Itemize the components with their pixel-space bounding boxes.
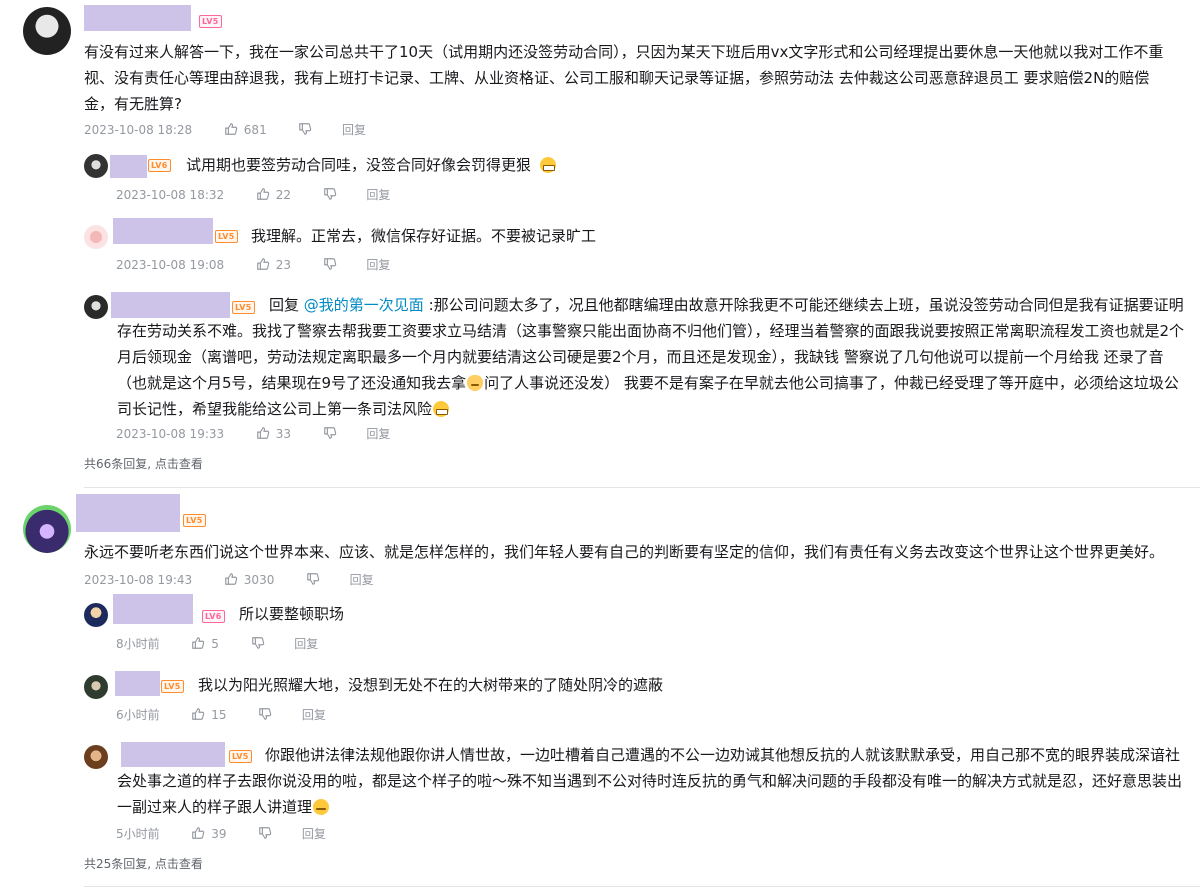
dislike-icon[interactable] bbox=[306, 572, 320, 586]
like-icon bbox=[191, 826, 205, 840]
reply-button[interactable]: 回复 bbox=[350, 572, 374, 588]
avatar[interactable] bbox=[84, 225, 108, 249]
reply-time: 2023-10-08 19:08 bbox=[116, 258, 225, 272]
like-icon bbox=[224, 122, 238, 136]
comment-time: 2023-10-08 18:28 bbox=[84, 123, 193, 137]
dislike-icon[interactable] bbox=[258, 707, 272, 721]
level-badge: LV5 bbox=[199, 15, 222, 28]
reply-button[interactable]: 回复 bbox=[302, 826, 326, 842]
grin-emoji bbox=[433, 401, 450, 417]
like-button[interactable]: 33 bbox=[256, 426, 291, 442]
level-badge: LV6 bbox=[148, 159, 171, 172]
like-button[interactable]: 39 bbox=[191, 826, 227, 842]
username[interactable] bbox=[113, 594, 193, 624]
username[interactable] bbox=[110, 155, 147, 178]
like-count: 33 bbox=[275, 427, 292, 441]
avatar[interactable] bbox=[84, 295, 108, 319]
reply-meta: 8小时前 5 回复 bbox=[116, 636, 318, 652]
reply-text: 所以要整顿职场 bbox=[239, 605, 345, 623]
comment-time: 2023-10-08 19:43 bbox=[84, 573, 193, 587]
dislike-icon[interactable] bbox=[323, 426, 337, 440]
avatar[interactable] bbox=[23, 505, 71, 553]
like-button[interactable]: 3030 bbox=[224, 572, 275, 588]
like-count: 39 bbox=[211, 827, 227, 841]
dislike-icon[interactable] bbox=[258, 826, 272, 840]
reply-meta: 2023-10-08 18:32 22 回复 bbox=[116, 187, 390, 203]
like-icon bbox=[191, 636, 205, 650]
dislike-icon[interactable] bbox=[323, 257, 337, 271]
cat-emoji bbox=[467, 375, 484, 391]
reply-button[interactable]: 回复 bbox=[366, 257, 390, 273]
reply-meta: 2023-10-08 19:33 33 回复 bbox=[116, 426, 390, 442]
dislike-icon[interactable] bbox=[323, 187, 337, 201]
dislike-icon[interactable] bbox=[298, 122, 312, 136]
mention-link[interactable]: @我的第一次见面 bbox=[304, 296, 424, 314]
reply-button[interactable]: 回复 bbox=[294, 636, 318, 652]
reply-time: 2023-10-08 18:32 bbox=[116, 188, 225, 202]
comment-text: 有没有过来人解答一下，我在一家公司总共干了10天（试用期内还没签劳动合同），只因… bbox=[84, 43, 1164, 113]
like-button[interactable]: 5 bbox=[191, 636, 219, 652]
level-badge: LV5 bbox=[161, 680, 184, 693]
divider bbox=[84, 487, 1200, 488]
reply-button[interactable]: 回复 bbox=[366, 187, 390, 203]
avatar[interactable] bbox=[84, 745, 108, 769]
like-icon bbox=[191, 707, 205, 721]
reply-time: 6小时前 bbox=[116, 708, 160, 722]
reply-button[interactable]: 回复 bbox=[366, 426, 390, 442]
like-icon bbox=[256, 187, 270, 201]
username[interactable] bbox=[115, 671, 160, 696]
reply-time: 8小时前 bbox=[116, 637, 160, 651]
avatar[interactable] bbox=[84, 603, 108, 627]
reply-meta: 2023-10-08 19:08 23 回复 bbox=[116, 257, 390, 273]
dislike-icon[interactable] bbox=[251, 636, 265, 650]
avatar[interactable] bbox=[84, 675, 108, 699]
reply-text: 你跟他讲法律法规他跟你讲人情世故，一边吐槽着自己遭遇的不公一边劝诫其他想反抗的人… bbox=[117, 742, 1192, 820]
like-icon bbox=[256, 257, 270, 271]
comment-meta: 2023-10-08 19:43 3030 回复 bbox=[84, 572, 374, 588]
like-count: 5 bbox=[211, 637, 219, 651]
reply-text-body: 你跟他讲法律法规他跟你讲人情世故，一边吐槽着自己遭遇的不公一边劝诫其他想反抗的人… bbox=[117, 746, 1183, 816]
reply-meta: 6小时前 15 回复 bbox=[116, 707, 326, 723]
reply-time: 5小时前 bbox=[116, 827, 160, 841]
like-button[interactable]: 22 bbox=[256, 187, 291, 203]
like-icon bbox=[256, 426, 270, 440]
comment-meta: 2023-10-08 18:28 681 回复 bbox=[84, 122, 366, 138]
like-count: 23 bbox=[275, 258, 292, 272]
like-count: 22 bbox=[275, 188, 292, 202]
like-button[interactable]: 23 bbox=[256, 257, 291, 273]
shy-emoji bbox=[313, 799, 330, 815]
reply-text: 试用期也要签劳动合同哇，没签合同好像会罚得更狠 bbox=[186, 156, 532, 174]
reply-text: 我理解。正常去，微信保存好证据。不要被记录旷工 bbox=[251, 227, 597, 245]
divider bbox=[84, 886, 1200, 887]
view-more-replies[interactable]: 共25条回复, 点击查看 bbox=[84, 855, 203, 872]
reply-time: 2023-10-08 19:33 bbox=[116, 427, 225, 441]
like-count: 681 bbox=[243, 123, 267, 137]
reply-meta: 5小时前 39 回复 bbox=[116, 826, 326, 842]
username[interactable] bbox=[113, 218, 213, 244]
grin-emoji bbox=[540, 157, 556, 173]
comment-text: 永远不要听老东西们说这个世界本来、应该、就是怎样怎样的，我们年轻人要有自己的判断… bbox=[84, 543, 1165, 561]
username[interactable] bbox=[76, 494, 180, 532]
reply-prefix: 回复 bbox=[269, 296, 304, 314]
level-badge: LV6 bbox=[202, 610, 225, 623]
avatar[interactable] bbox=[84, 154, 108, 178]
reply-button[interactable]: 回复 bbox=[302, 707, 326, 723]
like-count: 3030 bbox=[243, 573, 275, 587]
level-badge: LV5 bbox=[183, 514, 206, 527]
view-more-replies[interactable]: 共66条回复, 点击查看 bbox=[84, 455, 203, 472]
like-button[interactable]: 681 bbox=[224, 122, 267, 138]
reply-text: 我以为阳光照耀大地，没想到无处不在的大树带来的了随处阴冷的遮蔽 bbox=[198, 676, 664, 694]
username[interactable] bbox=[84, 5, 191, 31]
reply-button[interactable]: 回复 bbox=[342, 122, 366, 138]
like-count: 15 bbox=[211, 708, 227, 722]
reply-text: 回复 @我的第一次见面 :那公司问题太多了，况且他都瞎编理由故意开除我更不可能还… bbox=[117, 292, 1187, 422]
level-badge: LV5 bbox=[215, 230, 238, 243]
like-icon bbox=[224, 572, 238, 586]
avatar[interactable] bbox=[23, 7, 71, 55]
like-button[interactable]: 15 bbox=[191, 707, 227, 723]
